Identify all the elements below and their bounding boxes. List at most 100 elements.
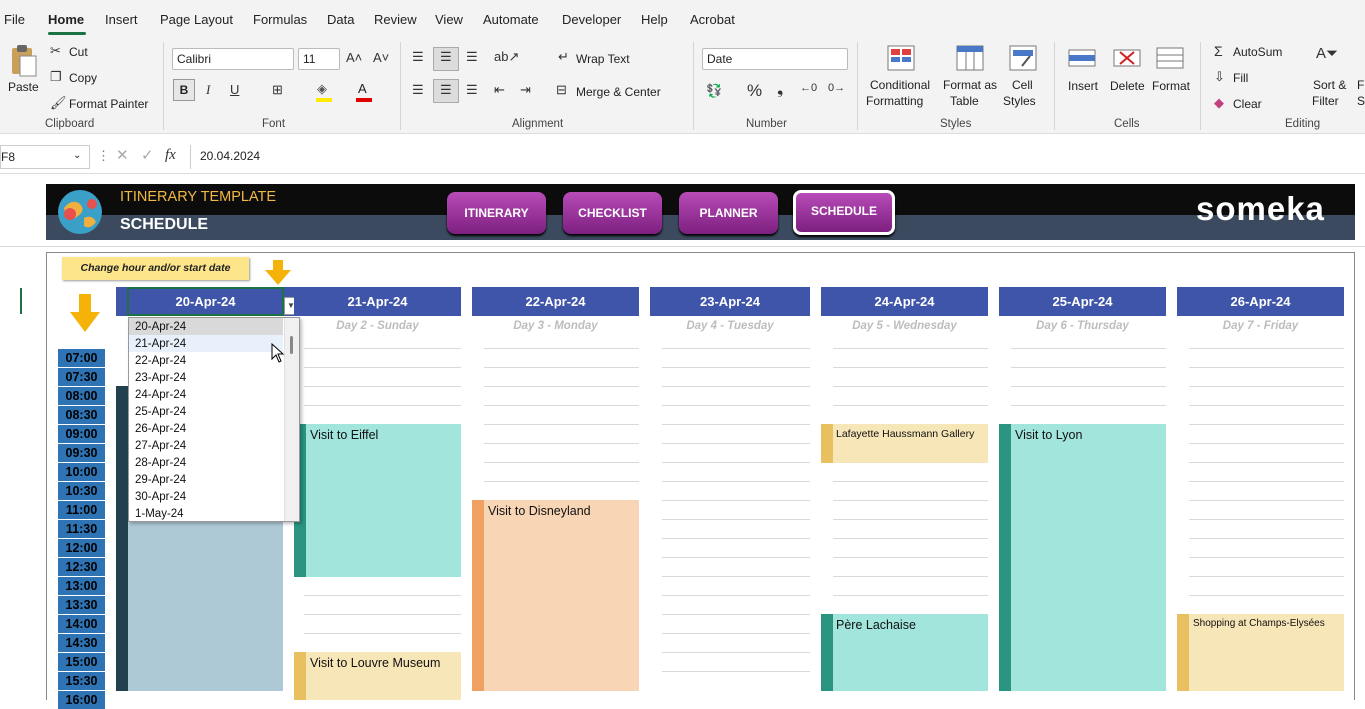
dropdown-option[interactable]: 26-Apr-24 xyxy=(135,423,186,435)
menu-view[interactable]: View xyxy=(435,12,463,27)
more-icon[interactable]: ⋮ xyxy=(97,149,110,162)
event-block[interactable] xyxy=(472,500,639,691)
formatting-label[interactable]: Formatting xyxy=(866,94,923,108)
format-painter-button[interactable]: Format Painter xyxy=(69,97,148,111)
find-label[interactable]: Fi xyxy=(1357,78,1365,92)
align-top-icon[interactable]: ☰ xyxy=(412,50,424,63)
chevron-down-icon[interactable]: ⌄ xyxy=(73,150,81,161)
menu-review[interactable]: Review xyxy=(374,12,417,27)
menu-developer[interactable]: Developer xyxy=(562,12,621,27)
dropdown-option[interactable]: 25-Apr-24 xyxy=(135,406,186,418)
decrease-indent-icon[interactable]: ⇤ xyxy=(494,83,505,96)
conditional-formatting-icon[interactable] xyxy=(886,44,916,72)
format-button[interactable]: Format xyxy=(1152,79,1190,93)
divider xyxy=(857,42,858,130)
format-as-label[interactable]: Format as xyxy=(943,78,997,92)
cell-styles-label[interactable]: Styles xyxy=(1003,94,1036,108)
menu-page-layout[interactable]: Page Layout xyxy=(160,12,233,27)
scrollbar-thumb[interactable] xyxy=(290,336,293,354)
orientation-icon[interactable]: ab↗ xyxy=(494,50,519,63)
menu-data[interactable]: Data xyxy=(327,12,354,27)
decrease-decimal-icon[interactable]: 0→ xyxy=(828,83,845,94)
dropdown-option[interactable]: 27-Apr-24 xyxy=(135,440,186,452)
increase-indent-icon[interactable]: ⇥ xyxy=(520,83,531,96)
sort-label[interactable]: Sort & xyxy=(1313,78,1346,92)
menu-acrobat[interactable]: Acrobat xyxy=(690,12,735,27)
day-label: Day 4 - Tuesday xyxy=(686,320,774,332)
fill-color-icon[interactable]: ◈ xyxy=(317,82,327,95)
paste-button[interactable]: Paste xyxy=(8,80,39,94)
dropdown-option[interactable]: 29-Apr-24 xyxy=(135,474,186,486)
day-header: 26-Apr-24 xyxy=(1177,287,1344,316)
delete-cells-icon[interactable] xyxy=(1112,46,1144,70)
dropdown-option[interactable]: 20-Apr-24 xyxy=(135,321,186,333)
wrap-text-button[interactable]: Wrap Text xyxy=(576,52,630,66)
cell-label[interactable]: Cell xyxy=(1012,78,1033,92)
clear-button[interactable]: Clear xyxy=(1233,97,1262,111)
nav-planner-button[interactable]: PLANNER xyxy=(679,192,778,234)
nav-checklist-button[interactable]: CHECKLIST xyxy=(563,192,662,234)
italic-icon[interactable]: I xyxy=(206,83,210,96)
bold-button[interactable]: B xyxy=(173,79,195,101)
event-block[interactable] xyxy=(999,424,1166,691)
align-right-icon[interactable]: ☰ xyxy=(466,83,478,96)
nav-itinerary-button[interactable]: ITINERARY xyxy=(447,192,546,234)
select-label[interactable]: Se xyxy=(1357,94,1365,108)
menu-file[interactable]: File xyxy=(4,12,25,27)
menu-formulas[interactable]: Formulas xyxy=(253,12,307,27)
paste-icon[interactable] xyxy=(8,44,38,78)
font-name-select[interactable]: Calibri xyxy=(172,48,294,70)
menu-automate[interactable]: Automate xyxy=(483,12,539,27)
menu-insert[interactable]: Insert xyxy=(105,12,138,27)
underline-icon[interactable]: U xyxy=(230,83,239,96)
slot-line xyxy=(833,557,988,558)
sort-filter-icon[interactable]: A⏷ xyxy=(1316,46,1338,61)
dropdown-option[interactable]: 28-Apr-24 xyxy=(135,457,186,469)
dropdown-option[interactable]: 23-Apr-24 xyxy=(135,372,186,384)
insert-button[interactable]: Insert xyxy=(1068,79,1098,93)
increase-decimal-icon[interactable]: ←0 xyxy=(800,83,817,94)
font-color-icon[interactable]: A xyxy=(358,82,367,95)
align-left-icon[interactable]: ☰ xyxy=(412,83,424,96)
copy-button[interactable]: Copy xyxy=(69,71,97,85)
delete-button[interactable]: Delete xyxy=(1110,79,1145,93)
number-format-select[interactable]: Date xyxy=(702,48,848,70)
menu-home[interactable]: Home xyxy=(48,12,84,27)
increase-font-icon[interactable]: A˄ xyxy=(346,51,362,64)
enter-icon[interactable]: ✓ xyxy=(141,148,154,163)
dropdown-option[interactable]: 30-Apr-24 xyxy=(135,491,186,503)
format-as-table-icon[interactable] xyxy=(955,44,985,72)
accounting-format-icon[interactable]: 💱 xyxy=(706,84,722,97)
slot-line xyxy=(662,367,810,368)
table-label[interactable]: Table xyxy=(950,94,979,108)
insert-cells-icon[interactable] xyxy=(1067,46,1099,70)
conditional-label[interactable]: Conditional xyxy=(870,78,930,92)
formula-input[interactable]: 20.04.2024 xyxy=(190,145,1365,169)
start-date-cell[interactable]: 20-Apr-24 xyxy=(127,287,284,316)
event-block[interactable] xyxy=(294,424,461,577)
cell-styles-icon[interactable] xyxy=(1008,44,1038,72)
name-box[interactable]: F8 ⌄ xyxy=(0,145,90,169)
merge-center-button[interactable]: Merge & Center xyxy=(576,85,661,99)
nav-schedule-button[interactable]: SCHEDULE xyxy=(793,190,895,235)
percent-icon[interactable]: % xyxy=(747,82,762,99)
format-cells-icon[interactable] xyxy=(1155,46,1187,70)
copy-icon: ❐ xyxy=(50,69,62,84)
borders-icon[interactable]: ⊞ xyxy=(272,83,283,96)
autosum-button[interactable]: AutoSum xyxy=(1233,45,1282,59)
slot-line xyxy=(1189,424,1344,425)
fill-button[interactable]: Fill xyxy=(1233,71,1248,85)
decrease-font-icon[interactable]: A˅ xyxy=(373,51,389,64)
menu-help[interactable]: Help xyxy=(641,12,668,27)
dropdown-option[interactable]: 1-May-24 xyxy=(135,508,184,520)
font-size-select[interactable]: 11 xyxy=(298,48,340,70)
dropdown-option[interactable]: 24-Apr-24 xyxy=(135,389,186,401)
cut-button[interactable]: Cut xyxy=(69,45,88,59)
filter-label[interactable]: Filter xyxy=(1312,94,1339,108)
function-icon[interactable]: fx xyxy=(165,148,176,163)
comma-style-icon[interactable]: ❟ xyxy=(777,82,783,98)
align-bottom-icon[interactable]: ☰ xyxy=(466,50,478,63)
dropdown-option[interactable]: 22-Apr-24 xyxy=(135,355,186,367)
dropdown-option[interactable]: 21-Apr-24 xyxy=(135,338,186,350)
cancel-icon[interactable]: ✕ xyxy=(116,148,129,163)
